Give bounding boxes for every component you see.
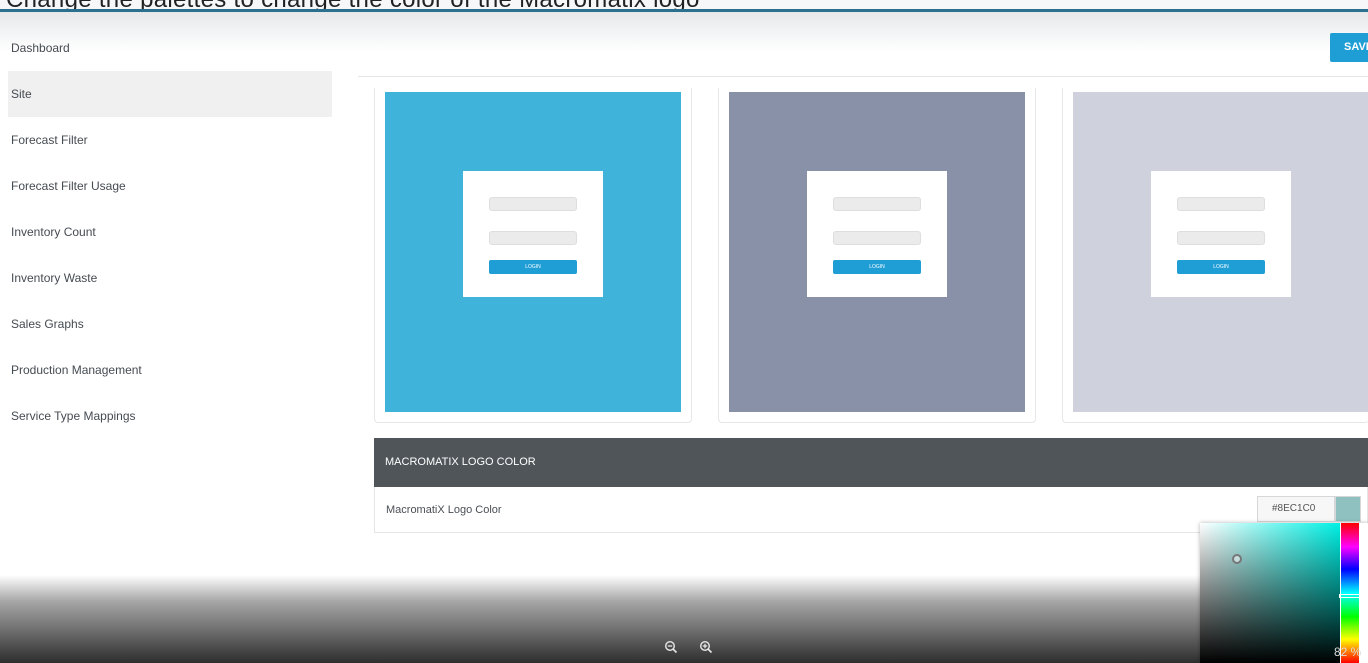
preview-login-button: LOGIN (489, 260, 577, 274)
preview-password-field (1177, 231, 1265, 245)
logo-color-swatch[interactable] (1335, 496, 1361, 522)
theme-swatch: LOGIN (385, 92, 681, 412)
theme-card-light[interactable]: LOGIN (1062, 88, 1368, 423)
sidebar-item-service-type-mappings[interactable]: Service Type Mappings (0, 393, 332, 439)
theme-card-slate[interactable]: LOGIN (718, 88, 1036, 423)
preview-login-button: LOGIN (833, 260, 921, 274)
zoom-in-icon[interactable] (697, 640, 715, 658)
save-button[interactable]: SAVE (1330, 33, 1368, 62)
logo-color-label: MacromatiX Logo Color (386, 504, 502, 516)
saturation-value-handle[interactable] (1232, 554, 1242, 564)
preview-username-field (1177, 197, 1265, 211)
sidebar-item-production-management[interactable]: Production Management (0, 347, 332, 393)
login-preview: LOGIN (807, 171, 947, 297)
login-preview: LOGIN (463, 171, 603, 297)
sidebar-item-site[interactable]: Site (8, 71, 332, 117)
viewer-overlay (0, 575, 1368, 663)
saturation-value-area[interactable] (1200, 523, 1340, 663)
preview-password-field (833, 231, 921, 245)
preview-username-field (489, 197, 577, 211)
theme-card-blue[interactable]: LOGIN (374, 88, 692, 423)
sidebar-item-forecast-filter-usage[interactable]: Forecast Filter Usage (0, 163, 332, 209)
sidebar: Dashboard Site Forecast Filter Forecast … (0, 25, 332, 439)
hue-slider[interactable] (1341, 523, 1359, 663)
sidebar-item-dashboard[interactable]: Dashboard (0, 25, 332, 71)
theme-swatch: LOGIN (729, 92, 1025, 412)
zoom-out-icon[interactable] (662, 640, 680, 658)
sidebar-item-forecast-filter[interactable]: Forecast Filter (0, 117, 332, 163)
hue-slider-handle[interactable] (1339, 594, 1361, 598)
zoom-level-readout: 82 % (1334, 645, 1362, 659)
sidebar-item-inventory-waste[interactable]: Inventory Waste (0, 255, 332, 301)
color-picker (1200, 523, 1368, 663)
theme-swatch: LOGIN (1073, 92, 1368, 412)
logo-color-hex-input[interactable]: #8EC1C0 (1257, 496, 1335, 522)
preview-password-field (489, 231, 577, 245)
preview-username-field (833, 197, 921, 211)
logo-color-panel-header: MACROMATIX LOGO COLOR (374, 438, 1368, 487)
content-divider (358, 76, 1368, 77)
preview-login-button: LOGIN (1177, 260, 1265, 274)
sidebar-item-inventory-count[interactable]: Inventory Count (0, 209, 332, 255)
sidebar-item-sales-graphs[interactable]: Sales Graphs (0, 301, 332, 347)
login-preview: LOGIN (1151, 171, 1291, 297)
